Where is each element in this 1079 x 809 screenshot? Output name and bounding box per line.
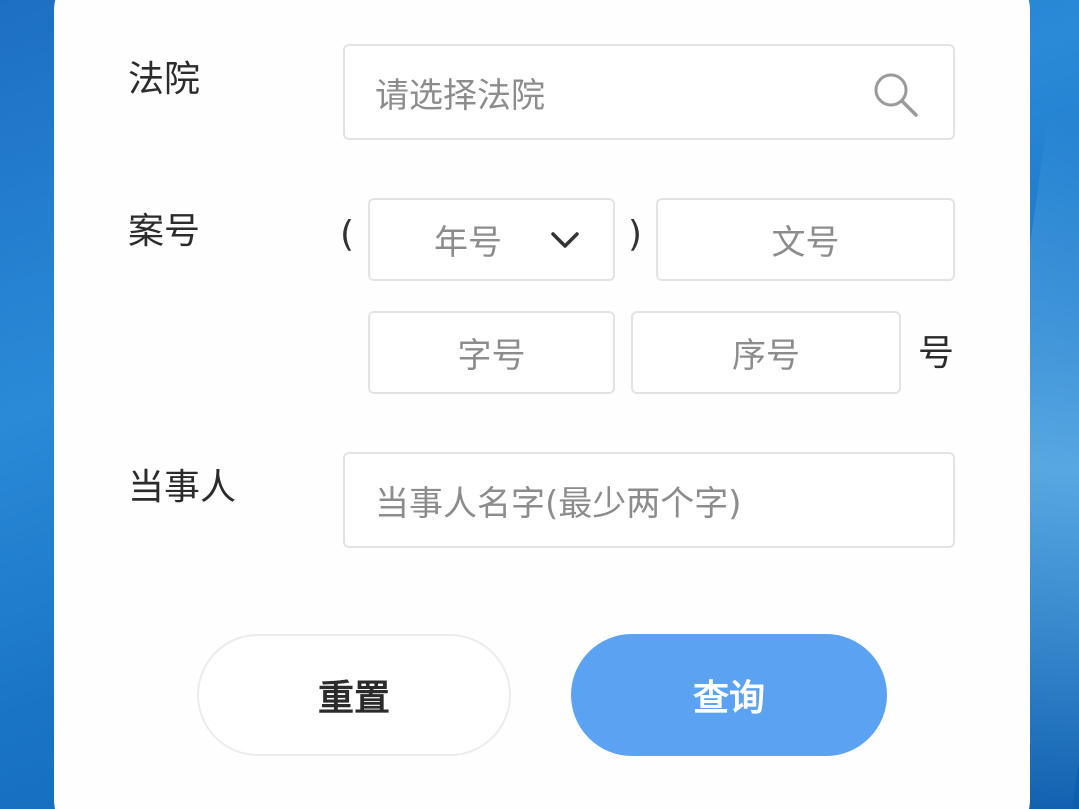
court-select-input[interactable]: 请选择法院	[343, 44, 955, 140]
sequence-number-placeholder: 序号	[732, 336, 800, 376]
close-parenthesis: )	[628, 214, 643, 255]
character-number-placeholder: 字号	[457, 336, 526, 376]
court-placeholder: 请选择法院	[375, 75, 545, 116]
document-number-placeholder: 文号	[771, 223, 840, 263]
reset-button[interactable]: 重置	[197, 634, 511, 756]
court-label: 法院	[128, 59, 201, 100]
party-placeholder: 当事人名字(最少两个字)	[375, 483, 742, 524]
chevron-down-icon	[551, 232, 579, 248]
search-icon[interactable]	[871, 70, 921, 120]
document-number-input[interactable]: 文号	[656, 198, 955, 281]
character-number-input[interactable]: 字号	[368, 311, 615, 394]
year-placeholder: 年号	[434, 223, 502, 263]
party-name-input[interactable]: 当事人名字(最少两个字)	[343, 452, 955, 548]
year-select[interactable]: 年号	[368, 198, 615, 281]
open-parenthesis: (	[340, 214, 355, 255]
query-button[interactable]: 查询	[571, 634, 887, 756]
sequence-number-input[interactable]: 序号	[631, 311, 901, 394]
case-number-suffix: 号	[918, 333, 955, 374]
party-label: 当事人	[128, 467, 237, 508]
case-number-label: 案号	[128, 211, 201, 252]
